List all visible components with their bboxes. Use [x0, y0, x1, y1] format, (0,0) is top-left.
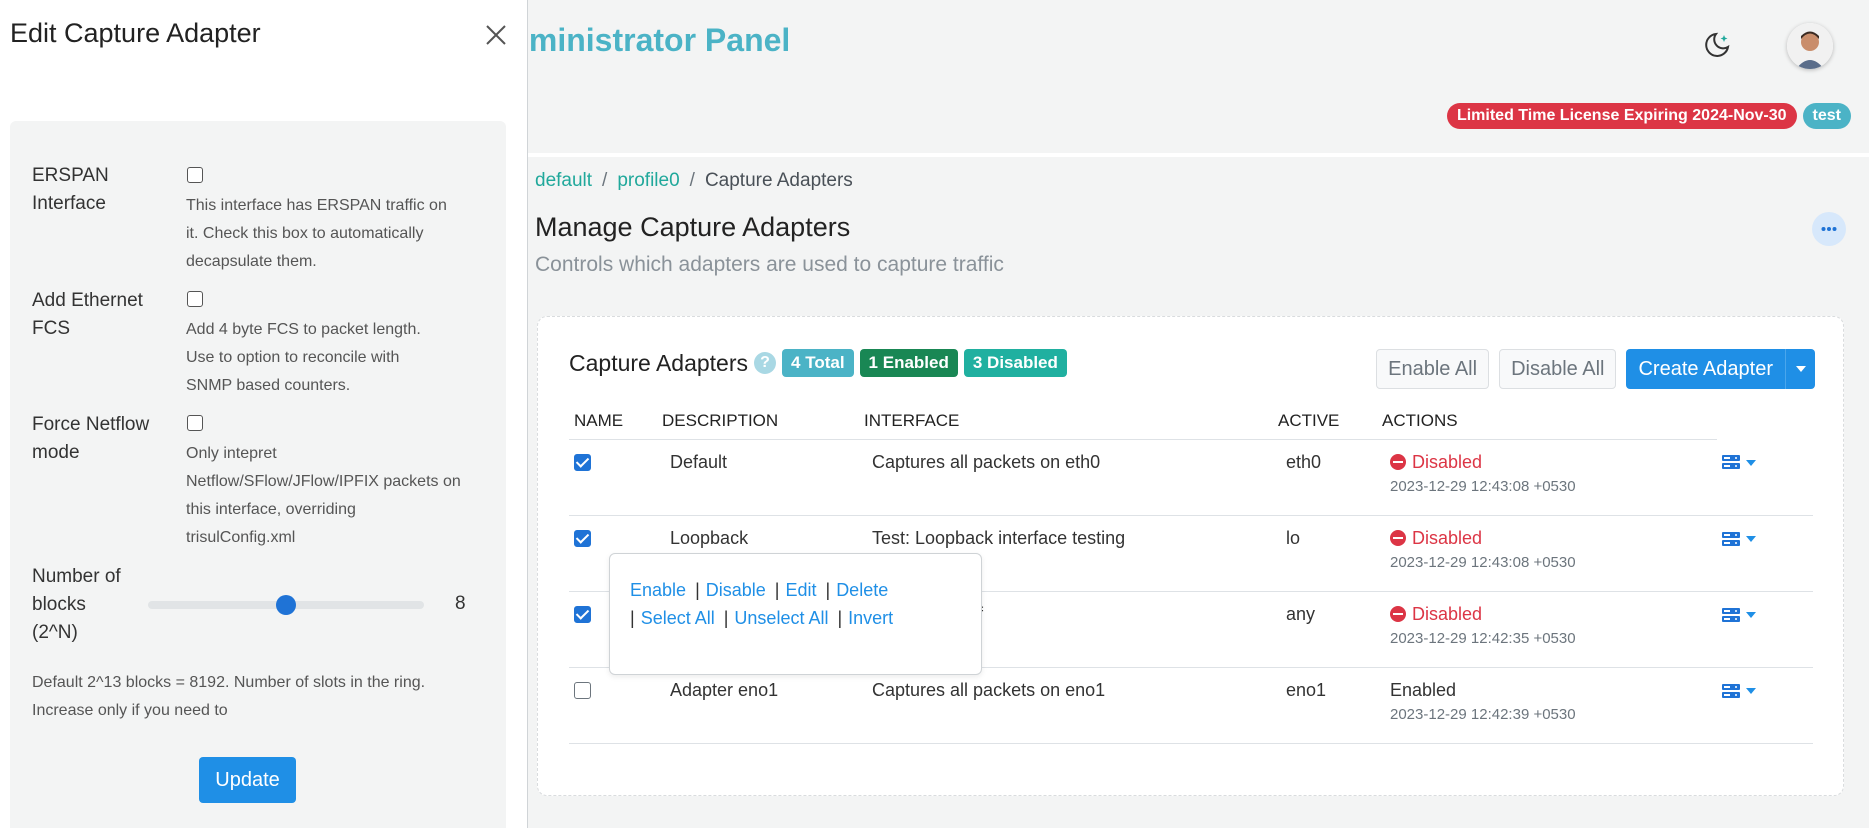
card-title: Capture Adapters [569, 349, 749, 376]
caret-down-icon [1746, 459, 1756, 466]
column-header-blank [1717, 403, 1813, 439]
total-count-badge: 4 Total [782, 349, 854, 377]
adapter-timestamp: 2023-12-29 12:43:08 +0530 [1390, 477, 1576, 495]
row-checkbox[interactable] [574, 681, 591, 699]
blocks-value: 8 [455, 593, 466, 614]
server-icon [1722, 531, 1740, 546]
disabled-icon [1390, 454, 1406, 470]
disabled-icon [1390, 606, 1406, 622]
netflow-checkbox[interactable] [187, 415, 203, 431]
enable-action[interactable]: Enable [630, 580, 686, 600]
blocks-slider-thumb[interactable] [276, 595, 296, 615]
caret-down-icon [1746, 688, 1756, 694]
fcs-label: Add Ethernet FCS [32, 290, 143, 339]
row-actions-menu[interactable] [1722, 451, 1808, 470]
user-avatar[interactable] [1787, 23, 1833, 69]
disabled-count-badge: 3 Disabled [963, 349, 1067, 377]
row-checkbox[interactable] [574, 453, 591, 471]
netflow-label: Force Netflow mode [32, 414, 150, 463]
table-row[interactable]: Adapter eno1 Captures all packets on eno… [569, 667, 1813, 744]
blocks-label: Number of blocks (2^N) [32, 566, 121, 643]
row-actions-menu[interactable] [1722, 528, 1808, 547]
adapter-interface: eth0 [1273, 439, 1377, 516]
netflow-help: Only intepret Netflow/SFlow/JFlow/IPFIX … [186, 445, 461, 546]
ellipsis-icon [1821, 227, 1837, 231]
adapter-description: Captures all packets on eth0 [859, 439, 1273, 516]
table-row[interactable]: Default Captures all packets on eth0 eth… [569, 439, 1813, 516]
invert-action[interactable]: Invert [848, 608, 893, 628]
edit-action[interactable]: Edit [785, 580, 816, 600]
adapter-status: Disabled [1412, 451, 1483, 472]
breadcrumb-current: Capture Adapters [704, 170, 853, 191]
row-actions-menu[interactable] [1722, 680, 1808, 699]
fcs-help: Add 4 byte FCS to packet length. Use to … [186, 321, 421, 394]
adapter-status: Enabled [1390, 679, 1457, 700]
disabled-icon [1390, 530, 1406, 546]
column-header[interactable]: ACTIVE [1273, 403, 1377, 440]
row-actions-menu[interactable] [1722, 604, 1808, 623]
app-title: lministrator Panel [520, 22, 791, 58]
disable-action[interactable]: Disable [706, 580, 766, 600]
erspan-checkbox[interactable] [187, 167, 203, 183]
column-header[interactable]: INTERFACE [859, 403, 1273, 440]
column-header[interactable]: DESCRIPTION [657, 403, 859, 440]
select-all-action[interactable]: Select All [641, 608, 715, 628]
user-badge[interactable]: test [1802, 103, 1851, 129]
unselect-all-action[interactable]: Unselect All [734, 608, 828, 628]
breadcrumb-separator: / [602, 170, 608, 191]
server-icon [1722, 455, 1740, 469]
row-checkbox[interactable] [574, 605, 591, 623]
caret-down-icon [1746, 612, 1756, 618]
breadcrumb-profile[interactable]: profile0 [617, 170, 679, 192]
adapter-interface: eno1 [1273, 667, 1377, 744]
blocks-help: Default 2^13 blocks = 8192. Number of sl… [32, 674, 426, 719]
adapter-name[interactable]: Default [657, 439, 859, 516]
adapter-timestamp: 2023-12-29 12:42:39 +0530 [1390, 705, 1576, 723]
erspan-help: This interface has ERSPAN traffic on it.… [186, 197, 447, 270]
breadcrumb-separator: / [689, 170, 695, 191]
topbar-divider [528, 153, 1869, 157]
disable-all-button[interactable]: Disable All [1499, 349, 1617, 389]
dark-mode-icon[interactable] [1702, 30, 1732, 60]
page-subtitle: Controls which adapters are used to capt… [535, 253, 1004, 276]
adapter-timestamp: 2023-12-29 12:43:08 +0530 [1390, 553, 1576, 571]
create-adapter-dropdown-button[interactable] [1785, 349, 1815, 389]
breadcrumb-default[interactable]: default [535, 170, 592, 192]
page-title: Manage Capture Adapters [535, 212, 851, 242]
enabled-count-badge: 1 Enabled [859, 349, 958, 377]
adapter-status: Disabled [1412, 527, 1483, 548]
row-checkbox[interactable] [574, 529, 591, 547]
help-icon[interactable]: ? [754, 352, 777, 374]
adapter-name[interactable]: Adapter eno1 [657, 667, 859, 744]
adapter-status: Disabled [1412, 603, 1483, 624]
delete-action[interactable]: Delete [836, 580, 888, 600]
adapter-timestamp: 2023-12-29 12:42:35 +0530 [1390, 629, 1576, 647]
caret-down-icon [1795, 366, 1806, 372]
create-adapter-button[interactable]: Create Adapter [1626, 349, 1785, 389]
table-header-row: NAME DESCRIPTION INTERFACE ACTIVE ACTION… [569, 403, 1813, 440]
enable-all-button[interactable]: Enable All [1376, 349, 1490, 389]
edit-adapter-panel: Edit Capture Adapter ERSPAN Interface Th… [0, 0, 528, 828]
license-badge: Limited Time License Expiring 2024-Nov-3… [1446, 103, 1797, 129]
panel-title: Edit Capture Adapter [10, 18, 261, 48]
server-icon [1722, 607, 1740, 622]
erspan-label: ERSPAN Interface [32, 165, 109, 214]
adapter-interface: any [1273, 591, 1377, 668]
adapter-description: Captures all packets on eno1 [859, 667, 1273, 744]
bulk-actions-popover: Enable | Disable | Edit | Delete | Select All | U… [609, 553, 982, 675]
breadcrumb: default / profile0 / Capture Adapters [535, 170, 853, 192]
column-header: ACTIONS [1377, 403, 1717, 440]
update-button[interactable]: Update [199, 757, 296, 803]
adapter-interface: lo [1273, 515, 1377, 592]
caret-down-icon [1746, 536, 1756, 542]
fcs-checkbox[interactable] [187, 291, 203, 307]
server-icon [1722, 683, 1740, 698]
close-icon[interactable] [485, 24, 507, 46]
more-options-button[interactable] [1812, 212, 1846, 246]
column-header[interactable]: NAME [569, 403, 657, 440]
